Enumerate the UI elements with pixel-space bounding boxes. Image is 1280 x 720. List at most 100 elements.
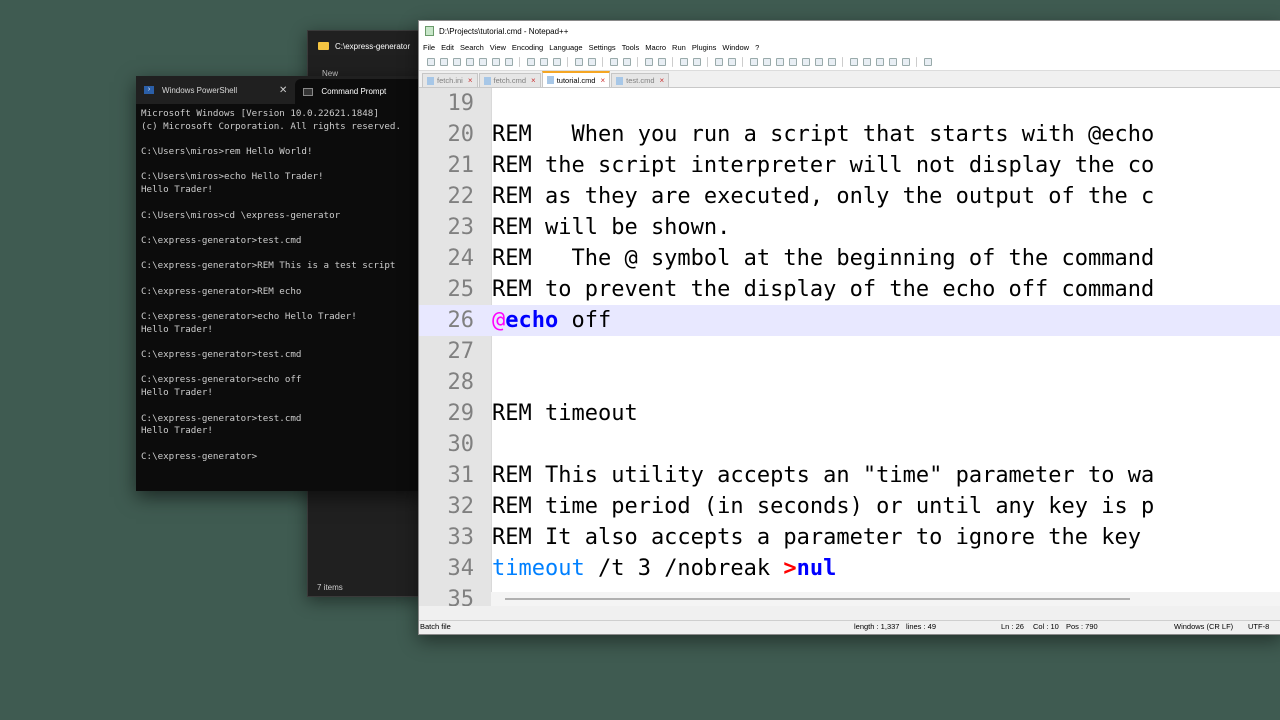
code-line[interactable]: 28 bbox=[419, 367, 1280, 398]
undo-icon[interactable] bbox=[574, 58, 583, 66]
code-line[interactable]: 19 bbox=[419, 88, 1280, 119]
close-tab-icon[interactable]: × bbox=[531, 76, 536, 85]
code-line-current[interactable]: 26 @echo off bbox=[419, 305, 1280, 336]
code-line[interactable]: 27 bbox=[419, 336, 1280, 367]
line-text: REM the script interpreter will not disp… bbox=[492, 153, 1155, 178]
code-line[interactable]: 32 REM time period (in seconds) or until… bbox=[419, 491, 1280, 522]
sync-vertical-icon[interactable] bbox=[679, 58, 688, 66]
open-file-icon[interactable] bbox=[439, 58, 448, 66]
menu-item[interactable]: View bbox=[490, 43, 506, 52]
run-macro-multiple-icon[interactable] bbox=[888, 58, 897, 66]
menu-item[interactable]: ? bbox=[755, 43, 759, 52]
toolbar-separator bbox=[637, 57, 638, 67]
code-line[interactable]: 21 REM the script interpreter will not d… bbox=[419, 150, 1280, 181]
tab-command-prompt[interactable]: Command Prompt bbox=[295, 79, 426, 104]
redo-icon[interactable] bbox=[587, 58, 596, 66]
new-file-icon[interactable] bbox=[426, 58, 435, 66]
function-list-icon[interactable] bbox=[801, 58, 810, 66]
menu-item[interactable]: Settings bbox=[589, 43, 616, 52]
status-bar: Batch file length : 1,337 lines : 49 Ln … bbox=[419, 620, 1280, 634]
save-macro-icon[interactable] bbox=[901, 58, 910, 66]
notepad-plus-plus-window[interactable]: D:\Projects\tutorial.cmd - Notepad++ Fil… bbox=[418, 20, 1280, 635]
scrollbar-thumb[interactable] bbox=[505, 598, 1130, 600]
user-defined-language-icon[interactable] bbox=[762, 58, 771, 66]
line-number: 31 bbox=[447, 463, 475, 488]
line-number: 27 bbox=[447, 339, 475, 364]
status-file-type: Batch file bbox=[420, 622, 451, 631]
file-tab[interactable]: tutorial.cmd × bbox=[541, 71, 611, 87]
zoom-out-icon[interactable] bbox=[657, 58, 666, 66]
sync-horizontal-icon[interactable] bbox=[692, 58, 701, 66]
replace-icon[interactable] bbox=[622, 58, 631, 66]
close-all-icon[interactable] bbox=[491, 58, 500, 66]
stop-recording-icon[interactable] bbox=[862, 58, 871, 66]
code-line[interactable]: 25 REM to prevent the display of the ech… bbox=[419, 274, 1280, 305]
print-icon[interactable] bbox=[504, 58, 513, 66]
word-wrap-icon[interactable] bbox=[714, 58, 723, 66]
file-icon bbox=[483, 76, 491, 85]
terminal-output[interactable]: Microsoft Windows [Version 10.0.22621.18… bbox=[136, 104, 426, 467]
timeout-command: timeout bbox=[492, 556, 585, 581]
terminal-line: C:\express-generator>test.cmd bbox=[141, 349, 302, 361]
status-column: Col : 10 bbox=[1033, 622, 1059, 631]
code-line[interactable]: 30 bbox=[419, 429, 1280, 460]
code-line[interactable]: 33 REM It also accepts a parameter to ig… bbox=[419, 522, 1280, 553]
window-title: D:\Projects\tutorial.cmd - Notepad++ bbox=[439, 26, 569, 36]
menu-item[interactable]: Run bbox=[672, 43, 686, 52]
menu-item[interactable]: Window bbox=[722, 43, 749, 52]
folder-icon bbox=[318, 42, 329, 50]
close-tab-icon[interactable]: × bbox=[660, 76, 665, 85]
find-icon[interactable] bbox=[609, 58, 618, 66]
monitoring-icon[interactable] bbox=[827, 58, 836, 66]
code-line[interactable]: 22 REM as they are executed, only the ou… bbox=[419, 181, 1280, 212]
menu-item[interactable]: Tools bbox=[622, 43, 640, 52]
menu-item[interactable]: Language bbox=[549, 43, 582, 52]
file-tab[interactable]: fetch.ini × bbox=[422, 73, 478, 87]
menu-item[interactable]: File bbox=[423, 43, 435, 52]
file-tab-label: test.cmd bbox=[626, 76, 655, 85]
close-tab-icon[interactable]: × bbox=[600, 76, 605, 85]
cut-icon[interactable] bbox=[526, 58, 535, 66]
terminal-tabbar: › Windows PowerShell ✕ Command Prompt bbox=[136, 76, 426, 104]
menu-item[interactable]: Plugins bbox=[692, 43, 717, 52]
line-text: REM as they are executed, only the outpu… bbox=[492, 184, 1155, 209]
document-map-icon[interactable] bbox=[775, 58, 784, 66]
paste-icon[interactable] bbox=[552, 58, 561, 66]
code-editor[interactable]: 19 20 REM When you run a script that sta… bbox=[419, 88, 1280, 606]
menu-item[interactable]: Search bbox=[460, 43, 484, 52]
code-line[interactable]: 23 REM will be shown. bbox=[419, 212, 1280, 243]
save-icon[interactable] bbox=[452, 58, 461, 66]
zoom-in-icon[interactable] bbox=[644, 58, 653, 66]
record-macro-icon[interactable] bbox=[849, 58, 858, 66]
save-all-icon[interactable] bbox=[465, 58, 474, 66]
file-tab[interactable]: fetch.cmd × bbox=[478, 73, 541, 87]
code-line[interactable]: 29 REM timeout bbox=[419, 398, 1280, 429]
code-line[interactable]: 31 REM This utility accepts an "time" pa… bbox=[419, 460, 1280, 491]
folder-as-workspace-icon[interactable] bbox=[814, 58, 823, 66]
copy-icon[interactable] bbox=[539, 58, 548, 66]
redirect-operator: > bbox=[783, 556, 797, 581]
file-tab[interactable]: test.cmd × bbox=[611, 73, 670, 87]
code-line[interactable]: 20 REM When you run a script that starts… bbox=[419, 119, 1280, 150]
menu-item[interactable]: Edit bbox=[441, 43, 454, 52]
launch-in-browser-icon[interactable] bbox=[923, 58, 932, 66]
menu-item[interactable]: Encoding bbox=[512, 43, 543, 52]
toolbar-separator bbox=[842, 57, 843, 67]
terminal-line: Hello Trader! bbox=[141, 425, 213, 437]
horizontal-scrollbar[interactable] bbox=[491, 592, 1280, 606]
close-icon[interactable]: ✕ bbox=[279, 85, 287, 96]
show-all-characters-icon[interactable] bbox=[727, 58, 736, 66]
document-list-icon[interactable] bbox=[788, 58, 797, 66]
code-line[interactable]: 34 timeout /t 3 /nobreak >nul bbox=[419, 553, 1280, 584]
close-file-icon[interactable] bbox=[478, 58, 487, 66]
code-line[interactable]: 24 REM The @ symbol at the beginning of … bbox=[419, 243, 1280, 274]
terminal-window[interactable]: › Windows PowerShell ✕ Command Prompt Mi… bbox=[136, 76, 426, 491]
playback-macro-icon[interactable] bbox=[875, 58, 884, 66]
tab-windows-powershell[interactable]: › Windows PowerShell ✕ bbox=[136, 76, 295, 104]
menu-item[interactable]: Macro bbox=[645, 43, 666, 52]
line-text: REM will be shown. bbox=[492, 215, 731, 240]
terminal-line: C:\Users\miros>rem Hello World! bbox=[141, 146, 313, 158]
close-tab-icon[interactable]: × bbox=[468, 76, 473, 85]
indent-guide-icon[interactable] bbox=[749, 58, 758, 66]
